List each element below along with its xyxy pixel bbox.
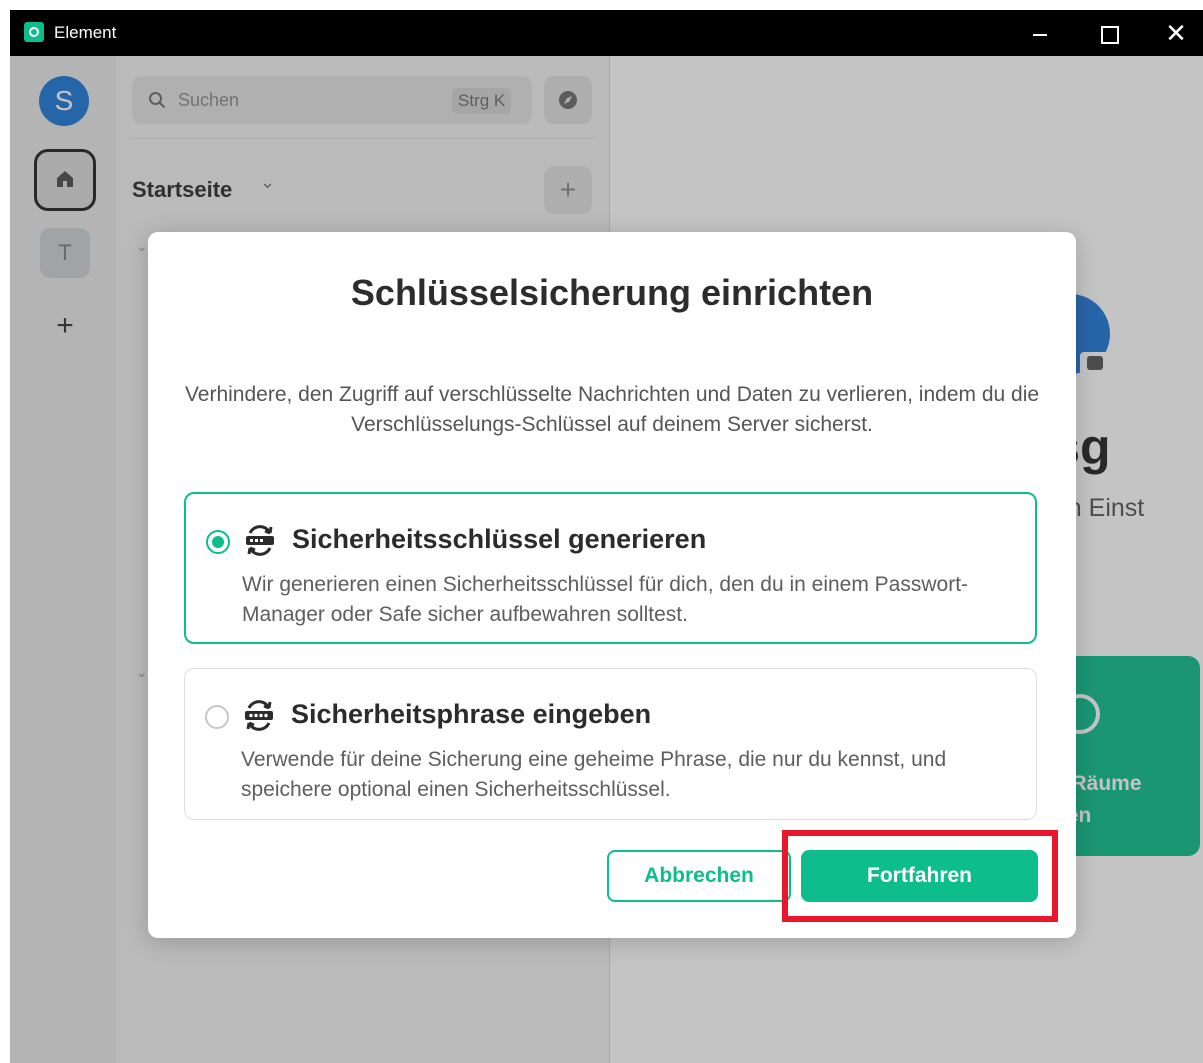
app-window: Element ✕ S T + Strg K — [10, 10, 1203, 1063]
window-title: Element — [54, 23, 117, 42]
radio-selected[interactable] — [206, 530, 230, 554]
option-title: Sicherheitsphrase eingeben — [291, 699, 652, 729]
option-description: Verwende für deine Sicherung eine geheim… — [241, 748, 947, 801]
option-generate-key[interactable]: Sicherheitsschlüssel generieren Wir gene… — [184, 492, 1037, 644]
continue-button[interactable]: Fortfahren — [801, 850, 1038, 902]
title-bar: Element ✕ — [10, 10, 1203, 56]
element-logo-icon — [24, 22, 44, 42]
close-window-button[interactable]: ✕ — [1156, 18, 1196, 48]
cancel-button[interactable]: Abbrechen — [607, 850, 791, 902]
dialog-description: Verhindere, den Zugriff auf verschlüssel… — [184, 383, 1040, 436]
radio-unselected[interactable] — [205, 705, 229, 729]
minimize-button[interactable] — [1020, 18, 1060, 48]
option-description: Wir generieren einen Sicherheitsschlüsse… — [242, 573, 969, 626]
dialog-title: Schlüsselsicherung einrichten — [350, 272, 874, 313]
maximize-button[interactable] — [1088, 18, 1128, 48]
option-title: Sicherheitsschlüssel generieren — [292, 524, 707, 554]
password-icon — [245, 700, 273, 731]
key-backup-dialog: Schlüsselsicherung einrichten Verhindere… — [148, 232, 1076, 938]
key-icon — [246, 525, 274, 556]
option-enter-passphrase[interactable]: Sicherheitsphrase eingeben Verwende für … — [184, 668, 1037, 820]
